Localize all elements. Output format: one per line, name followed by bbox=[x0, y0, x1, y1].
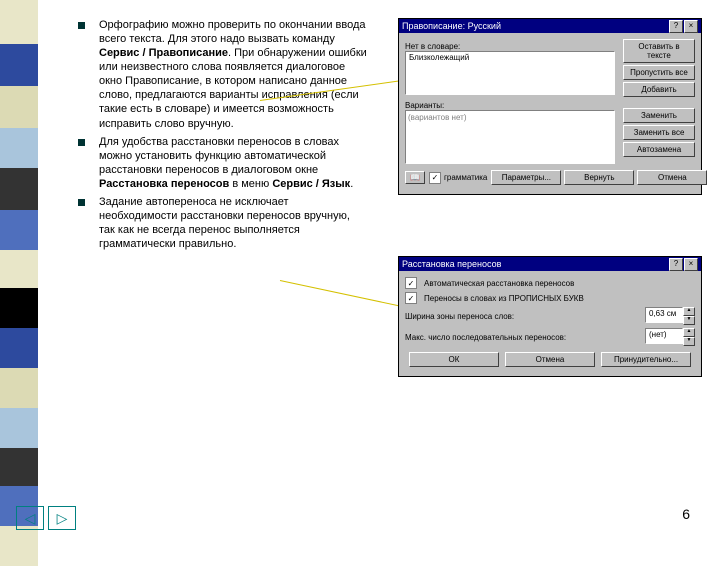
variants-label: Варианты: bbox=[405, 101, 615, 110]
spell-button[interactable]: Заменить все bbox=[623, 125, 695, 140]
zone-width-stepper[interactable]: 0,63 см▲▼ bbox=[645, 307, 695, 325]
hyphenation-dialog: Расстановка переносов ? × ✓Автоматическа… bbox=[398, 256, 702, 377]
not-in-dict-label: Нет в словаре: bbox=[405, 42, 615, 51]
bullet-item: Для удобства расстановки переносов в сло… bbox=[78, 135, 368, 191]
spell-bottom-button[interactable]: Отмена bbox=[637, 170, 707, 185]
dialog-titlebar: Расстановка переносов ? × bbox=[399, 257, 701, 271]
help-icon[interactable]: ? bbox=[669, 258, 683, 271]
next-arrow-icon[interactable]: ▷ bbox=[48, 506, 76, 530]
dialog-title: Правописание: Русский bbox=[402, 21, 501, 31]
spell-bottom-button[interactable]: Вернуть bbox=[564, 170, 634, 185]
spell-button[interactable]: Автозамена bbox=[623, 142, 695, 157]
max-hyphens-stepper[interactable]: (нет)▲▼ bbox=[645, 328, 695, 346]
book-icon[interactable]: 📖 bbox=[405, 171, 425, 184]
grammar-label: грамматика bbox=[444, 173, 487, 182]
prev-arrow-icon[interactable]: ◁ bbox=[16, 506, 44, 530]
hyphen-button[interactable]: Принудительно... bbox=[601, 352, 691, 367]
close-icon[interactable]: × bbox=[684, 20, 698, 33]
bullet-item: Орфографию можно проверить по окончании … bbox=[78, 18, 368, 131]
dialog-title: Расстановка переносов bbox=[402, 259, 501, 269]
spell-button[interactable]: Заменить bbox=[623, 108, 695, 123]
spell-button[interactable]: Пропустить все bbox=[623, 65, 695, 80]
variants-list[interactable]: (вариантов нет) bbox=[405, 110, 615, 164]
dialog-titlebar: Правописание: Русский ? × bbox=[399, 19, 701, 33]
spell-button[interactable]: Оставить в тексте bbox=[623, 39, 695, 63]
hyphen-button[interactable]: ОК bbox=[409, 352, 499, 367]
spell-button[interactable]: Добавить bbox=[623, 82, 695, 97]
spell-bottom-button[interactable]: Параметры... bbox=[491, 170, 561, 185]
page-number: 6 bbox=[682, 506, 690, 522]
grammar-checkbox[interactable]: ✓ bbox=[429, 172, 441, 184]
caps-hyphen-checkbox[interactable]: ✓ bbox=[405, 292, 417, 304]
hyphen-button[interactable]: Отмена bbox=[505, 352, 595, 367]
bullet-item: Задание автопереноса не исключает необхо… bbox=[78, 195, 368, 251]
word-input[interactable]: Близколежащий bbox=[405, 51, 615, 95]
help-icon[interactable]: ? bbox=[669, 20, 683, 33]
close-icon[interactable]: × bbox=[684, 258, 698, 271]
auto-hyphen-checkbox[interactable]: ✓ bbox=[405, 277, 417, 289]
spellcheck-dialog: Правописание: Русский ? × Нет в словаре:… bbox=[398, 18, 702, 195]
